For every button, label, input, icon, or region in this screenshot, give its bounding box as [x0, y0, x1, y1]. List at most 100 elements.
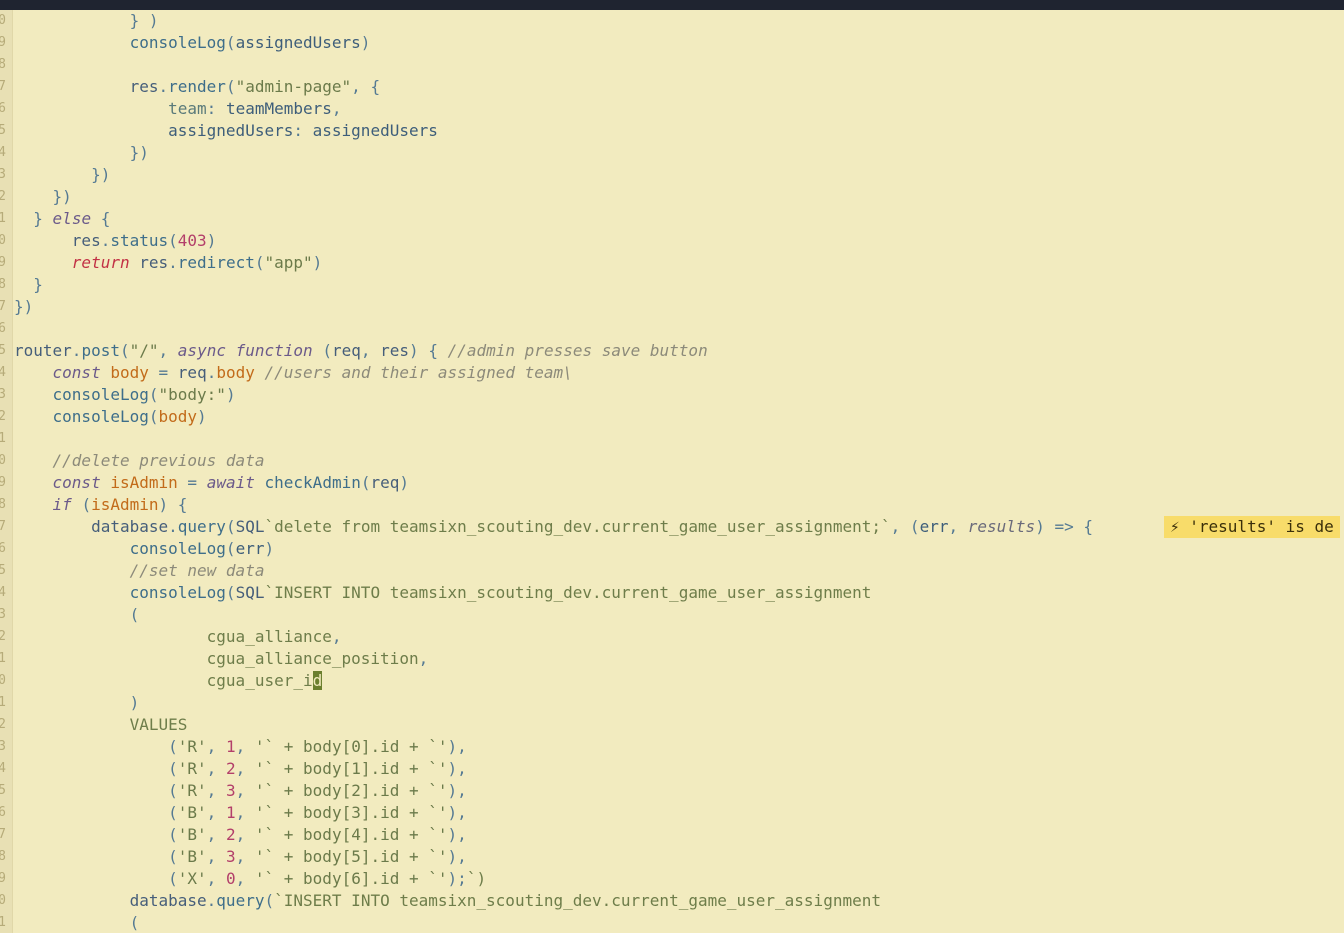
line-number: 8 [0, 57, 6, 72]
code-line[interactable]: 0 } ) [0, 10, 1344, 32]
code-text: ( [129, 605, 140, 624]
line-number: 5 [0, 343, 6, 358]
code-line[interactable]: 4 ('R', 2, '` + body[1].id + `'), [0, 758, 1344, 780]
code-line[interactable]: 7 res.render("admin-page", { [0, 76, 1344, 98]
line-number: 6 [0, 805, 6, 820]
line-number: 1 [0, 431, 6, 446]
code-line[interactable]: 9 return res.redirect("app") [0, 252, 1344, 274]
code-text: if (isAdmin) { [52, 495, 188, 514]
code-line[interactable]: 3 ( [0, 604, 1344, 626]
code-line[interactable]: 9 ('X', 0, '` + body[6].id + `');`) [0, 868, 1344, 890]
code-line[interactable]: 1 [0, 428, 1344, 450]
code-line[interactable]: 7 database.query(SQL`delete from teamsix… [0, 516, 1344, 538]
code-text: database.query(SQL`delete from teamsixn_… [91, 517, 1094, 536]
line-number: 3 [0, 607, 6, 622]
code-text: cgua_alliance, [206, 627, 342, 646]
line-number: 1 [0, 651, 6, 666]
code-text: const isAdmin = await checkAdmin(req) [52, 473, 410, 492]
code-line[interactable]: 0 //delete previous data [0, 450, 1344, 472]
inline-diagnostic-hint[interactable]: ⚡ 'results' is de [1164, 516, 1340, 538]
line-number: 2 [0, 189, 6, 204]
code-line[interactable]: 4 }) [0, 142, 1344, 164]
code-text: assignedUsers: assignedUsers [168, 121, 438, 140]
code-editor[interactable]: 0 } ) 9 consoleLog(assignedUsers) 8 7 res.r… [0, 10, 1344, 933]
code-text: cgua_alliance_position, [206, 649, 429, 668]
line-number: 0 [0, 673, 6, 688]
line-number: 4 [0, 365, 6, 380]
line-number: 4 [0, 145, 6, 160]
code-text: ('R', 2, '` + body[1].id + `'), [168, 759, 467, 778]
code-text: ('B', 3, '` + body[5].id + `'), [168, 847, 467, 866]
code-line[interactable]: 4 const body = req.body //users and thei… [0, 362, 1344, 384]
code-line[interactable]: 6 team: teamMembers, [0, 98, 1344, 120]
code-line[interactable]: 1 } else { [0, 208, 1344, 230]
code-text: team: teamMembers, [168, 99, 342, 118]
code-line[interactable]: 0 cgua_user_id [0, 670, 1344, 692]
code-line[interactable]: 0 database.query(`INSERT INTO teamsixn_s… [0, 890, 1344, 912]
code-line[interactable]: 9 const isAdmin = await checkAdmin(req) [0, 472, 1344, 494]
code-text: }) [14, 297, 34, 316]
line-number: 6 [0, 101, 6, 116]
code-text: //delete previous data [52, 451, 265, 470]
code-line[interactable]: 2 consoleLog(body) [0, 406, 1344, 428]
code-line[interactable]: 2 cgua_alliance, [0, 626, 1344, 648]
line-number: 0 [0, 233, 6, 248]
code-line[interactable]: 8 ('B', 3, '` + body[5].id + `'), [0, 846, 1344, 868]
code-line[interactable]: 9 consoleLog(assignedUsers) [0, 32, 1344, 54]
code-text: } [33, 275, 43, 294]
code-line[interactable]: 5 router.post("/", async function (req, r… [0, 340, 1344, 362]
code-line[interactable]: 6 [0, 318, 1344, 340]
code-line[interactable]: 8 if (isAdmin) { [0, 494, 1344, 516]
line-number: 9 [0, 35, 6, 50]
code-text: ) [129, 693, 140, 712]
code-line[interactable]: 4 consoleLog(SQL`INSERT INTO teamsixn_sc… [0, 582, 1344, 604]
line-number: 5 [0, 123, 6, 138]
line-number: 1 [0, 211, 6, 226]
code-line[interactable]: 8 } [0, 274, 1344, 296]
line-number: 3 [0, 739, 6, 754]
window-top-bar [0, 0, 1344, 10]
code-text: }) [129, 143, 149, 162]
code-line[interactable]: 2 }) [0, 186, 1344, 208]
code-line[interactable]: 7}) [0, 296, 1344, 318]
code-line[interactable]: 1 cgua_alliance_position, [0, 648, 1344, 670]
line-number: 9 [0, 475, 6, 490]
code-line[interactable]: 6 ('B', 1, '` + body[3].id + `'), [0, 802, 1344, 824]
code-line[interactable]: 1 ( [0, 912, 1344, 933]
code-text: consoleLog(err) [129, 539, 275, 558]
code-text: router.post("/", async function (req, re… [14, 341, 708, 360]
line-number: 8 [0, 277, 6, 292]
code-line[interactable]: 3 consoleLog("body:") [0, 384, 1344, 406]
code-line[interactable]: 0 res.status(403) [0, 230, 1344, 252]
code-line[interactable]: 1 ) [0, 692, 1344, 714]
code-line[interactable]: 3 ('R', 1, '` + body[0].id + `'), [0, 736, 1344, 758]
line-number: 6 [0, 321, 6, 336]
text-cursor: d [312, 671, 323, 690]
code-line[interactable]: 5 assignedUsers: assignedUsers [0, 120, 1344, 142]
code-text: //set new data [129, 561, 265, 580]
line-number: 6 [0, 541, 6, 556]
code-line[interactable]: 2 VALUES [0, 714, 1344, 736]
line-number: 7 [0, 519, 6, 534]
code-text: ( [129, 913, 140, 932]
code-line[interactable]: 8 [0, 54, 1344, 76]
line-number: 4 [0, 585, 6, 600]
code-line[interactable]: 5 ('R', 3, '` + body[2].id + `'), [0, 780, 1344, 802]
line-number: 0 [0, 13, 6, 28]
code-lines: 0 } ) 9 consoleLog(assignedUsers) 8 7 res.r… [0, 10, 1344, 933]
code-line[interactable]: 7 ('B', 2, '` + body[4].id + `'), [0, 824, 1344, 846]
line-number: 1 [0, 915, 6, 930]
line-number: 2 [0, 409, 6, 424]
code-text: ('X', 0, '` + body[6].id + `');`) [168, 869, 487, 888]
code-text: consoleLog("body:") [52, 385, 236, 404]
code-text: consoleLog(SQL`INSERT INTO teamsixn_scou… [129, 583, 872, 602]
code-line[interactable]: 6 consoleLog(err) [0, 538, 1344, 560]
code-text: const body = req.body //users and their … [52, 363, 573, 382]
code-text: consoleLog(body) [52, 407, 207, 426]
line-number: 9 [0, 255, 6, 270]
line-number: 7 [0, 79, 6, 94]
code-text: VALUES [129, 715, 188, 734]
code-line[interactable]: 3 }) [0, 164, 1344, 186]
line-number: 4 [0, 761, 6, 776]
code-line[interactable]: 5 //set new data [0, 560, 1344, 582]
